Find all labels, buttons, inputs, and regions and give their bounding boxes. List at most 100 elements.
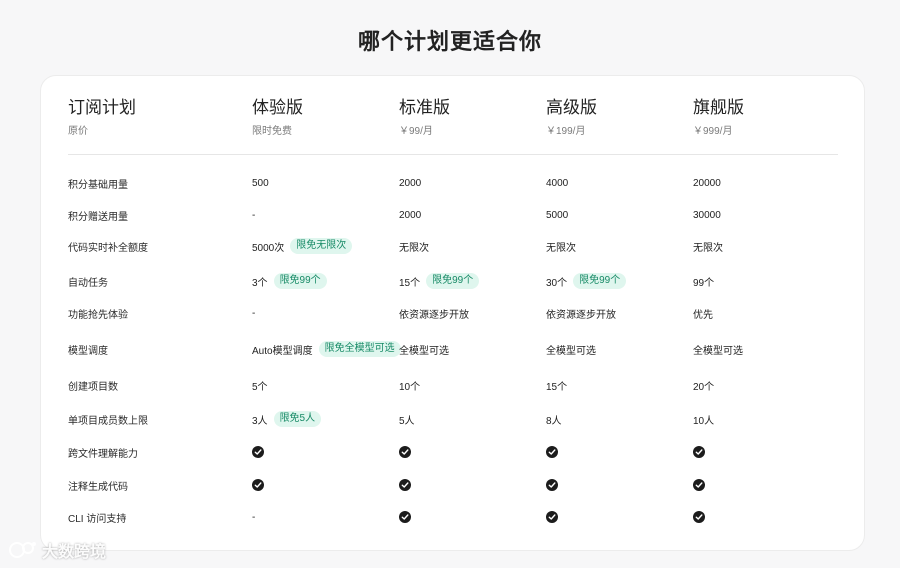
value-text: 5个	[252, 381, 268, 393]
promo-badge: 限免99个	[426, 273, 480, 289]
plan-value-cell: -	[252, 205, 255, 225]
watermark-logo-icon	[9, 542, 36, 558]
value-text: 全模型可选	[399, 345, 449, 357]
value-text: 无限次	[693, 242, 723, 254]
plan-price: 限时免费	[252, 126, 292, 137]
header-col-flagship: 旗舰版 ￥999/月	[693, 98, 744, 138]
value-text: 全模型可选	[693, 345, 743, 357]
plan-value-cell: 5000	[546, 205, 568, 225]
check-icon	[693, 511, 705, 523]
plan-value-cell: 无限次	[399, 236, 429, 256]
plan-value-cell	[693, 475, 705, 495]
feature-row: 跨文件理解能力	[41, 442, 864, 462]
value-text: 15个	[399, 277, 421, 289]
value-text: 30个	[546, 277, 568, 289]
feature-row: 积分赠送用量 - 2000 5000 30000	[41, 205, 864, 225]
header-col-advanced: 高级版 ￥199/月	[546, 98, 597, 138]
feature-label: 代码实时补全额度	[68, 242, 148, 254]
plan-value-cell: 30个 限免99个	[546, 271, 627, 291]
plan-value-cell: 无限次	[693, 236, 723, 256]
value-text: 无限次	[546, 242, 576, 254]
feature-row: 注释生成代码	[41, 475, 864, 495]
plan-value-cell: 全模型可选	[693, 339, 743, 359]
feature-row: 功能抢先体验 - 依资源逐步开放 依资源逐步开放 优先	[41, 303, 864, 323]
plan-value-cell	[693, 507, 705, 527]
promo-badge: 限免无限次	[290, 238, 353, 254]
plan-name: 高级版	[546, 98, 597, 117]
value-text: 30000	[693, 209, 721, 221]
value-text: 2000	[399, 177, 422, 189]
value-text: 8人	[546, 415, 562, 427]
plan-value-cell: 全模型可选	[546, 339, 596, 359]
check-icon	[546, 511, 558, 523]
plan-value-cell: 10个	[399, 375, 420, 395]
feature-label: 单项目成员数上限	[68, 415, 148, 427]
feature-row: 代码实时补全额度 5000次 限免无限次 无限次 无限次 无限次	[41, 236, 864, 256]
plan-price: 原价	[68, 126, 88, 137]
plan-value-cell: 3个 限免99个	[252, 271, 327, 291]
value-text: 3人	[252, 415, 268, 427]
check-icon	[252, 479, 264, 491]
check-icon	[399, 479, 411, 491]
plan-value-cell: 依资源逐步开放	[546, 303, 616, 323]
check-icon	[546, 479, 558, 491]
watermark: 大数跨境	[8, 538, 106, 562]
plan-value-cell: 10人	[693, 409, 714, 429]
value-text: Auto模型调度	[252, 345, 313, 357]
feature-row: 单项目成员数上限 3人 限免5人 5人 8人 10人	[41, 409, 864, 429]
feature-label: 模型调度	[68, 345, 108, 357]
value-text: 4000	[546, 177, 569, 189]
promo-badge: 限免5人	[273, 411, 322, 427]
plan-name: 订阅计划	[68, 98, 136, 117]
plan-value-cell: 500	[252, 173, 269, 193]
plan-value-cell: -	[252, 303, 255, 323]
feature-label: 跨文件理解能力	[68, 448, 138, 460]
plan-value-cell	[399, 475, 411, 495]
plan-header: 订阅计划 原价 体验版 限时免费 标准版 ￥99/月 高级版 ￥199/月 旗舰…	[41, 76, 864, 154]
plan-value-cell	[399, 507, 411, 527]
check-icon	[693, 446, 705, 458]
value-text: 10个	[399, 381, 421, 393]
plan-value-cell	[546, 442, 558, 462]
plan-value-cell: 20个	[693, 375, 714, 395]
page-title: 哪个计划更适合你	[357, 29, 542, 54]
feature-label: 创建项目数	[68, 381, 118, 393]
plan-value-cell: 4000	[546, 173, 568, 193]
feature-label: 注释生成代码	[68, 481, 128, 493]
check-icon	[399, 446, 411, 458]
promo-badge: 限免99个	[273, 273, 327, 289]
plan-name: 体验版	[252, 98, 303, 117]
promo-badge: 限免全模型可选	[318, 341, 401, 357]
feature-row: 创建项目数 5个 10个 15个 20个	[41, 375, 864, 395]
plan-value-cell: 8人	[546, 409, 562, 429]
plan-value-cell: Auto模型调度 限免全模型可选	[252, 339, 401, 359]
feature-row: 积分基础用量 500 2000 4000 20000	[41, 173, 864, 193]
value-text: 99个	[693, 277, 715, 289]
plan-value-cell: 99个	[693, 271, 714, 291]
feature-label: 自动任务	[68, 277, 108, 289]
plan-value-cell: 20000	[693, 173, 721, 193]
header-col-trial: 体验版 限时免费	[252, 98, 303, 138]
header-divider	[68, 154, 838, 155]
feature-row: CLI 访问支持 -	[41, 507, 864, 527]
promo-badge: 限免99个	[573, 273, 627, 289]
plan-value-cell: 15个	[546, 375, 567, 395]
feature-label: 积分基础用量	[68, 179, 128, 191]
plan-price: ￥199/月	[546, 126, 586, 137]
value-text: 5人	[399, 415, 415, 427]
feature-row: 自动任务 3个 限免99个 15个 限免99个 30个 限免99个 99个	[41, 271, 864, 291]
plan-price: ￥99/月	[399, 126, 433, 137]
plan-value-cell	[546, 475, 558, 495]
value-text: 500	[252, 177, 269, 189]
plan-price: ￥999/月	[693, 126, 733, 137]
plan-value-cell: 30000	[693, 205, 721, 225]
check-icon	[399, 511, 411, 523]
feature-row: 模型调度 Auto模型调度 限免全模型可选 全模型可选 全模型可选 全模型可选	[41, 339, 864, 359]
header-col-standard: 标准版 ￥99/月	[399, 98, 450, 138]
value-text: 20个	[693, 381, 715, 393]
value-text: 20000	[693, 177, 721, 189]
plan-value-cell: 5000次 限免无限次	[252, 236, 353, 256]
plan-value-cell: 优先	[693, 303, 713, 323]
plan-name: 旗舰版	[693, 98, 744, 117]
plan-comparison-card: 订阅计划 原价 体验版 限时免费 标准版 ￥99/月 高级版 ￥199/月 旗舰…	[40, 75, 865, 551]
